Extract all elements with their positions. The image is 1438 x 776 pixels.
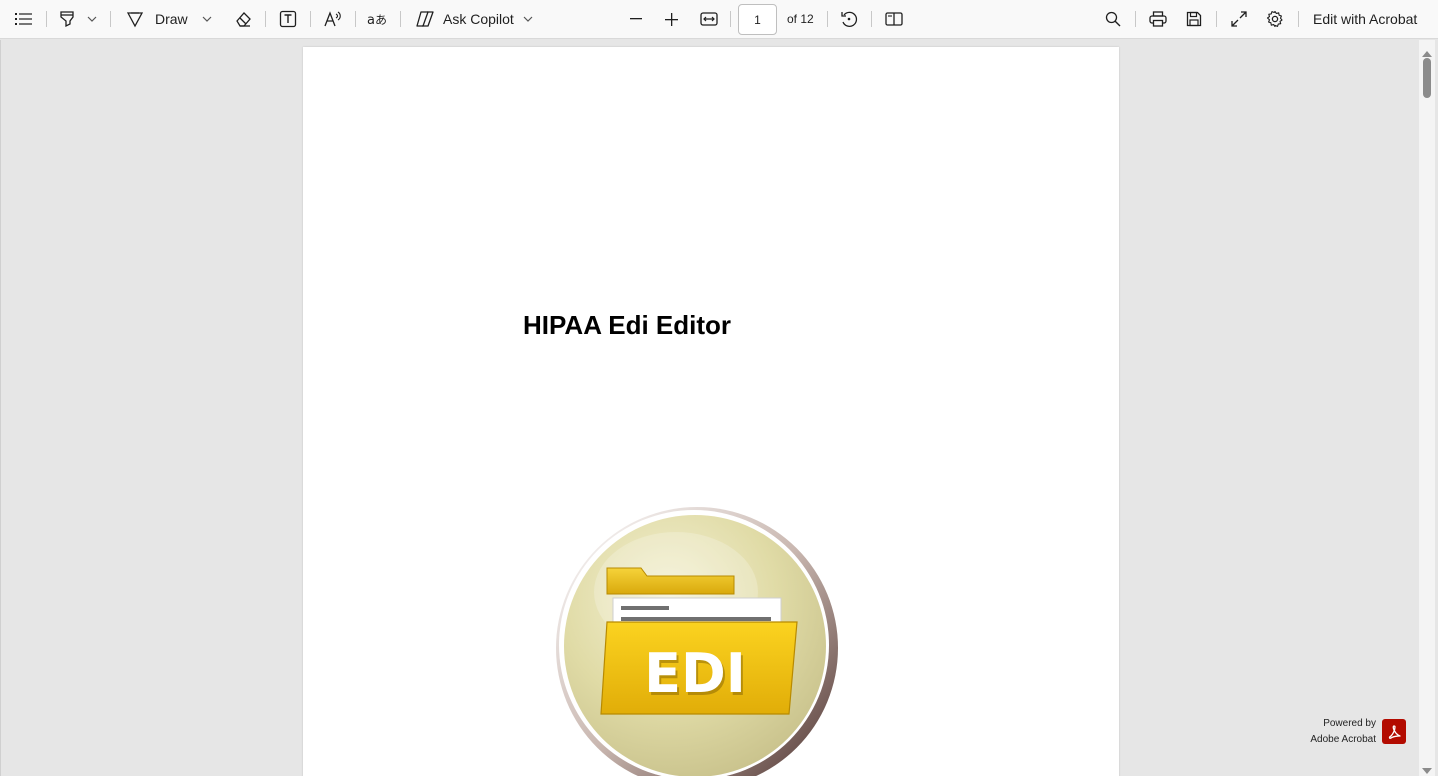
highlighter-icon[interactable] [57, 8, 77, 30]
draw-button[interactable]: Draw [155, 8, 188, 30]
powered-by-acrobat: Powered by Adobe Acrobat [1296, 716, 1376, 748]
rotate-icon[interactable] [838, 8, 860, 30]
copilot-icon[interactable] [414, 8, 436, 30]
page-number-input[interactable] [738, 4, 777, 35]
expand-icon[interactable] [1228, 8, 1250, 30]
ask-copilot-label: Ask Copilot [443, 11, 514, 27]
eraser-icon[interactable] [232, 8, 254, 30]
minus-icon[interactable] [626, 8, 646, 30]
search-icon[interactable] [1102, 8, 1124, 30]
edi-logo-text: EDI [644, 642, 746, 705]
divider [1216, 11, 1217, 27]
save-icon[interactable] [1183, 8, 1205, 30]
draw-icon[interactable] [124, 8, 146, 30]
adobe-acrobat-line: Adobe Acrobat [1310, 734, 1376, 745]
edit-with-acrobat-label: Edit with Acrobat [1313, 11, 1418, 27]
divider [400, 11, 401, 27]
draw-label: Draw [155, 11, 188, 27]
gear-icon[interactable] [1264, 8, 1286, 30]
divider [1135, 11, 1136, 27]
scrollbar-thumb[interactable] [1423, 58, 1431, 98]
svg-text:a: a [367, 13, 375, 27]
page-total: of 12 [787, 12, 814, 26]
draw-chevron-down-icon[interactable] [200, 8, 214, 30]
adobe-acrobat-logo-icon [1382, 719, 1406, 744]
divider [730, 11, 731, 27]
document-viewer[interactable]: HIPAA Edi Editor EDI EDI [0, 40, 1438, 776]
copilot-chevron-down-icon[interactable] [521, 8, 535, 30]
edi-logo: EDI EDI [551, 502, 843, 776]
read-aloud-icon[interactable] [322, 8, 344, 30]
list-icon[interactable] [14, 8, 34, 30]
divider [355, 11, 356, 27]
powered-by-line: Powered by [1323, 718, 1376, 729]
divider [1298, 11, 1299, 27]
pdf-page: HIPAA Edi Editor EDI EDI [303, 47, 1119, 776]
edit-with-acrobat-button[interactable]: Edit with Acrobat [1313, 8, 1417, 30]
pdf-toolbar: Draw aあ Ask Copilot of 12 [0, 0, 1438, 39]
document-title: HIPAA Edi Editor [523, 310, 731, 340]
divider [310, 11, 311, 27]
translate-icon[interactable]: aあ [366, 8, 390, 30]
highlight-chevron-down-icon[interactable] [85, 8, 99, 30]
divider [265, 11, 266, 27]
ask-copilot-button[interactable]: Ask Copilot [443, 8, 514, 30]
plus-icon[interactable] [661, 8, 681, 30]
divider [46, 11, 47, 27]
divider [110, 11, 111, 27]
fit-width-icon[interactable] [698, 8, 720, 30]
page-view-icon[interactable] [883, 8, 905, 30]
divider [827, 11, 828, 27]
scroll-down-arrow-icon[interactable] [1422, 761, 1432, 776]
vertical-scrollbar[interactable] [1419, 40, 1435, 776]
divider [871, 11, 872, 27]
svg-text:あ: あ [375, 13, 387, 27]
text-box-icon[interactable] [277, 8, 299, 30]
print-icon[interactable] [1147, 8, 1169, 30]
